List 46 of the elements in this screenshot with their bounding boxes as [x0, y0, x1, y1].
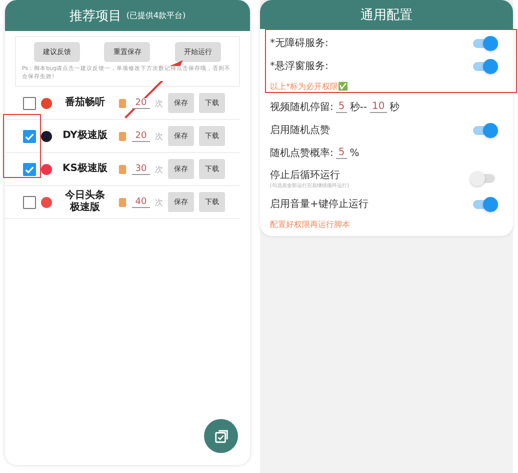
app-name: DY极速版 [62, 130, 108, 143]
check-icon [214, 428, 228, 444]
count-field[interactable]: 40 [132, 196, 150, 208]
coin-icon [118, 164, 127, 175]
coin-icon [118, 98, 127, 109]
highlight-frame [3, 114, 41, 178]
input-field[interactable]: 5 [336, 147, 347, 159]
unit-label: 秒-- [350, 100, 367, 114]
count-field[interactable]: 20 [132, 130, 150, 142]
input-field[interactable]: 10 [370, 101, 387, 113]
unit-label: 秒 [390, 100, 400, 114]
setting-label: 随机点赞概率: [270, 146, 334, 160]
toggle-switch[interactable] [473, 174, 495, 183]
panel-subtitle: (已提供4款平台) [126, 10, 186, 21]
coin-icon [118, 196, 127, 208]
setting-label: *无障碍服务: [270, 36, 328, 50]
note-text: 配置好权限再运行脚本 [270, 219, 351, 230]
panel-title: 推荐项目 [69, 8, 122, 24]
input-field[interactable]: 5 [336, 101, 347, 113]
floating-action-button[interactable] [204, 419, 238, 453]
panel-title: 通用配置 [360, 6, 412, 24]
checkbox[interactable] [23, 130, 36, 143]
app-name: 番茄畅听 [64, 97, 106, 110]
toggle-switch[interactable] [473, 62, 495, 70]
unit-label: 次 [155, 130, 163, 142]
setting-label: 停止后循环运行 [270, 168, 341, 182]
toggle-switch[interactable] [473, 126, 495, 134]
note-text: 以上*标为必开权限✅ [270, 81, 349, 92]
toggle-switch[interactable] [473, 200, 495, 208]
unit-label: % [350, 148, 360, 158]
setting-label: 启用音量+键停止运行 [270, 198, 368, 211]
count-field[interactable]: 30 [132, 164, 150, 175]
toggle-switch[interactable] [473, 38, 495, 48]
checkbox[interactable] [23, 196, 36, 209]
coin-icon [118, 130, 127, 142]
app-name: 今日头条极速版 [64, 190, 106, 215]
unit-label: 次 [155, 164, 163, 175]
count-field[interactable]: 20 [132, 98, 150, 109]
unit-label: 次 [155, 98, 163, 109]
setting-label: *悬浮窗服务: [270, 60, 328, 73]
setting-label: 启用随机点赞 [270, 124, 330, 137]
checkbox[interactable] [23, 162, 36, 176]
unit-label: 次 [155, 196, 163, 208]
checkbox[interactable] [23, 96, 36, 110]
app-name: KS极速版 [62, 163, 108, 176]
setting-label: 视频随机停留: [270, 100, 334, 114]
